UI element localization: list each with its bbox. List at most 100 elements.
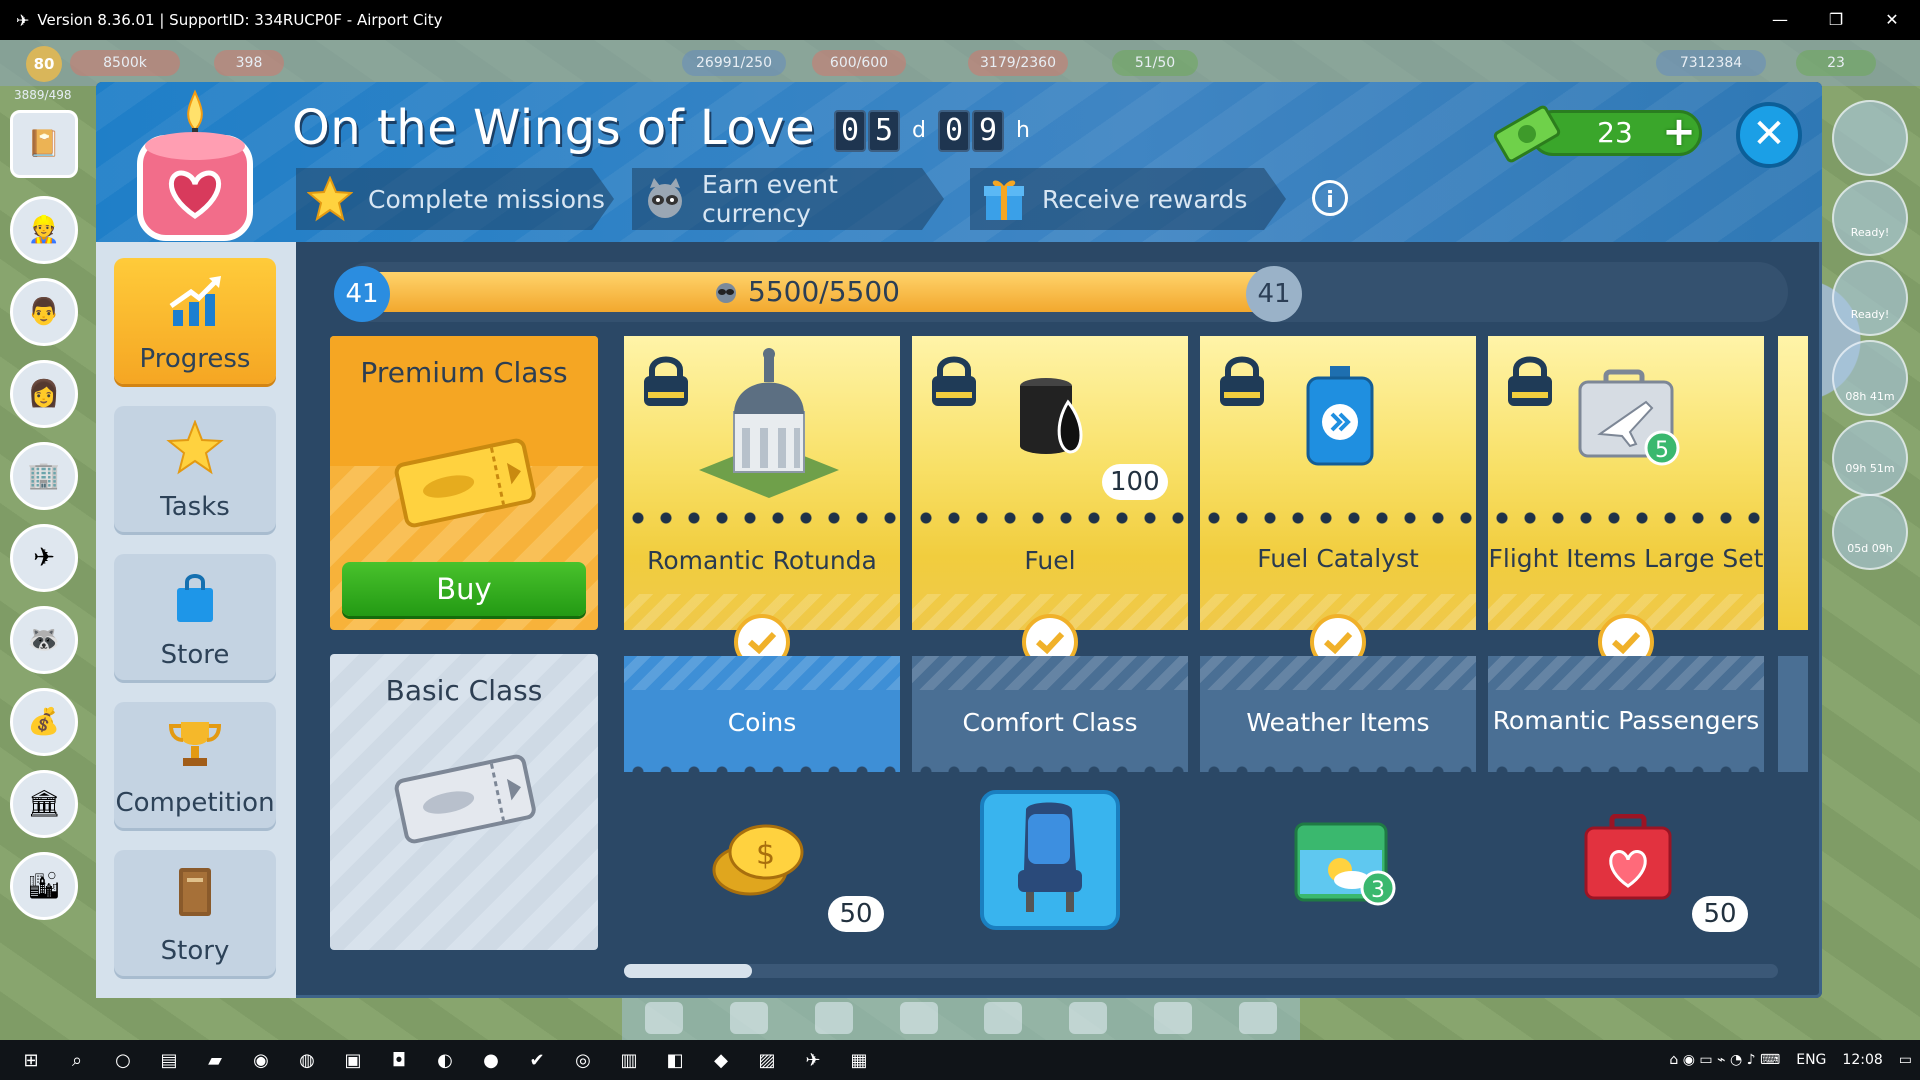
dock-gear-icon[interactable] xyxy=(1238,1002,1277,1034)
basic-class-title: Basic Class xyxy=(385,674,543,707)
right-slot-4[interactable] xyxy=(1832,340,1908,416)
dock-gift-icon[interactable] xyxy=(984,1002,1023,1034)
dock-people-icon[interactable] xyxy=(1153,1002,1192,1034)
coins-total-stat[interactable]: 7312384 xyxy=(1656,50,1766,76)
stat-3[interactable]: 3179/2360 xyxy=(968,50,1068,76)
notifications-icon[interactable]: ▭ xyxy=(1899,1052,1912,1068)
right-slot-2[interactable] xyxy=(1832,180,1908,256)
basic-reward-card[interactable]: Comfort Class xyxy=(912,656,1188,778)
airport-city-taskbar-icon[interactable]: ✈ xyxy=(790,1050,836,1071)
right-slot-1[interactable] xyxy=(1832,100,1908,176)
stat-4[interactable]: 51/50 xyxy=(1112,50,1198,76)
dock-chest-icon[interactable] xyxy=(730,1002,769,1034)
notebook-icon[interactable]: 📔 xyxy=(10,110,78,178)
minimize-button[interactable]: — xyxy=(1752,0,1808,40)
money-bag-icon[interactable]: 💰 xyxy=(10,688,78,756)
browser-icon[interactable]: ◍ xyxy=(284,1050,330,1071)
app-orange-icon[interactable]: ● xyxy=(468,1050,514,1071)
building-icon[interactable]: 🏛 xyxy=(10,770,78,838)
player-level-badge[interactable]: 80 xyxy=(26,46,62,82)
timer-digit: 9 xyxy=(972,110,1004,152)
windows-start-icon[interactable]: ⊞ xyxy=(8,1050,54,1071)
chrome-icon[interactable]: ◉ xyxy=(238,1050,284,1071)
premium-reward-name: Fuel Catalyst xyxy=(1257,544,1419,573)
cortana-icon[interactable]: ○ xyxy=(100,1050,146,1071)
right-slot-5[interactable] xyxy=(1832,420,1908,496)
character-avatar[interactable]: 👨 xyxy=(10,278,78,346)
timer-day-unit: d xyxy=(912,118,926,143)
menu-label: Tasks xyxy=(160,492,230,522)
worker-avatar[interactable]: 👷 xyxy=(10,196,78,264)
dock-cart-icon[interactable] xyxy=(814,1002,853,1034)
file-explorer-icon[interactable]: ▰ xyxy=(192,1050,238,1071)
menu-competition[interactable]: Competition xyxy=(114,702,276,828)
edge-icon[interactable]: ◐ xyxy=(422,1050,468,1071)
right-slot-6[interactable] xyxy=(1832,494,1908,570)
basic-reward-card[interactable]: Coins xyxy=(624,656,900,778)
tray-icons[interactable]: ⌂ ◉ ▭ ⌁ ◔ ♪ ⌨ xyxy=(1669,1052,1780,1068)
window-close-button[interactable]: ✕ xyxy=(1864,0,1920,40)
premium-reward-card[interactable]: Romantic Rotunda xyxy=(624,336,900,630)
reward-quantity: 100 xyxy=(1102,464,1168,500)
dock-map-icon[interactable] xyxy=(1069,1002,1108,1034)
next-premium-card-edge xyxy=(1778,336,1808,630)
coins-stat[interactable]: 8500k xyxy=(70,50,180,76)
menu-progress[interactable]: Progress xyxy=(114,258,276,384)
step-complete-missions: Complete missions xyxy=(296,168,614,230)
app-red-icon[interactable]: ▨ xyxy=(744,1050,790,1071)
menu-tasks[interactable]: Tasks xyxy=(114,406,276,532)
app-media-icon[interactable]: ▥ xyxy=(606,1050,652,1071)
rotunda-building-icon xyxy=(699,348,839,498)
timer-label-3: 05d 09h xyxy=(1847,542,1893,555)
cash-stat[interactable]: 23 xyxy=(1796,50,1876,76)
close-dialog-button[interactable]: ✕ xyxy=(1736,102,1802,168)
trophy-icon xyxy=(168,722,222,766)
save-icon[interactable]: ▣ xyxy=(330,1050,376,1071)
app-camera-icon[interactable]: ◧ xyxy=(652,1050,698,1071)
dock-box-icon[interactable] xyxy=(899,1002,938,1034)
menu-label: Store xyxy=(160,640,230,670)
stat-2[interactable]: 600/600 xyxy=(812,50,906,76)
rewards-scrollbar-thumb[interactable] xyxy=(624,964,752,978)
premium-reward-name: Flight Items Large Set xyxy=(1488,544,1764,573)
menu-story[interactable]: Story xyxy=(114,850,276,976)
language-indicator[interactable]: ENG xyxy=(1796,1052,1826,1068)
romantic-suitcase-icon xyxy=(1584,814,1672,900)
app-globe-icon[interactable]: ◎ xyxy=(560,1050,606,1071)
terminal-icon[interactable]: 🏢 xyxy=(10,442,78,510)
lock-icon xyxy=(932,356,976,406)
woman-avatar[interactable]: 👩 xyxy=(10,360,78,428)
todo-icon[interactable]: ✔ xyxy=(514,1050,560,1071)
lock-icon xyxy=(1508,356,1552,406)
clock[interactable]: 12:08 xyxy=(1842,1052,1882,1068)
premium-reward-card[interactable]: 5 Flight Items Large Set xyxy=(1488,336,1764,630)
step-label: Earn event currency xyxy=(702,170,838,228)
buy-premium-button[interactable]: Buy xyxy=(342,562,586,616)
dock-plane-icon[interactable] xyxy=(645,1002,684,1034)
app-drop-icon[interactable]: ◆ xyxy=(698,1050,744,1071)
add-currency-button[interactable]: + xyxy=(1660,112,1698,152)
right-slot-3[interactable] xyxy=(1832,260,1908,336)
raccoon-icon[interactable]: 🦝 xyxy=(10,606,78,674)
city-icon[interactable]: 🏙 xyxy=(10,852,78,920)
premium-reward-card[interactable]: Fuel Catalyst xyxy=(1200,336,1476,630)
stat-1[interactable]: 26991/250 xyxy=(682,50,786,76)
basic-reward-name: Comfort Class xyxy=(962,708,1138,737)
excel-icon[interactable]: ▦ xyxy=(836,1050,882,1071)
restore-button[interactable]: ❐ xyxy=(1808,0,1864,40)
rewards-scrollbar-track[interactable] xyxy=(624,964,1778,978)
outlook-icon[interactable]: ◘ xyxy=(376,1050,422,1071)
menu-store[interactable]: Store xyxy=(114,554,276,680)
event-currency-value: 23 xyxy=(1597,116,1633,149)
basic-reward-card[interactable]: Weather Items xyxy=(1200,656,1476,778)
search-icon[interactable]: ⌕ xyxy=(54,1050,100,1071)
dotted-divider xyxy=(1488,512,1764,524)
basic-reward-card[interactable]: Romantic Passengers xyxy=(1488,656,1764,778)
info-button[interactable]: i xyxy=(1312,180,1348,216)
stars-stat[interactable]: 398 xyxy=(214,50,284,76)
plane-icon[interactable]: ✈ xyxy=(10,524,78,592)
step-earn-currency: Earn event currency xyxy=(632,168,944,230)
timer-hour-unit: h xyxy=(1016,118,1030,143)
task-view-icon[interactable]: ▤ xyxy=(146,1050,192,1071)
premium-reward-card[interactable]: 100 Fuel xyxy=(912,336,1188,630)
